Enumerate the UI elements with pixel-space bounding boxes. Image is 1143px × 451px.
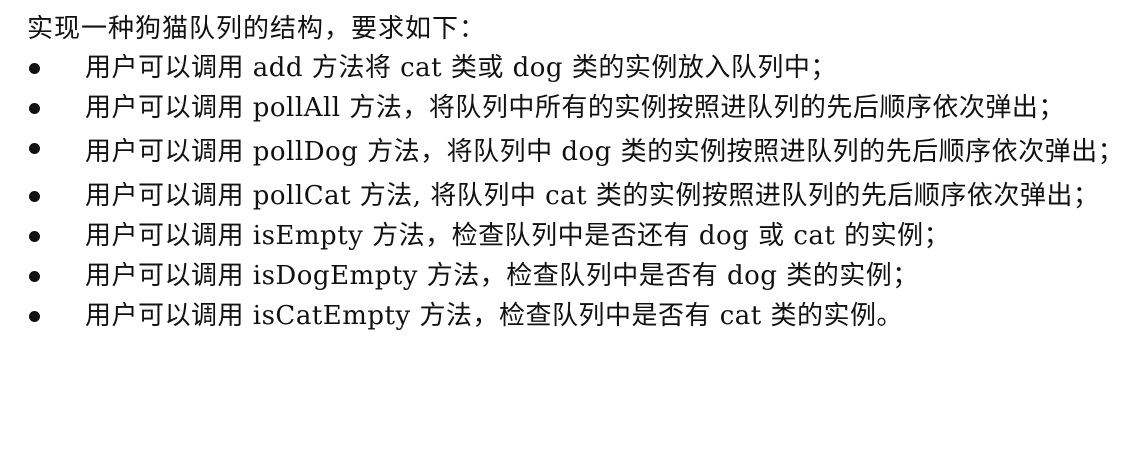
list-item-text: 用户可以调用 isCatEmpty 方法，检查队列中是否有 cat 类的实例。	[85, 301, 903, 331]
bullet-icon	[29, 231, 40, 242]
bullet-icon	[29, 271, 40, 282]
bullet-icon	[29, 311, 40, 322]
bullet-icon	[29, 191, 40, 202]
intro-text: 实现一种狗猫队列的结构，要求如下：	[27, 14, 487, 44]
document-page: 实现一种狗猫队列的结构，要求如下： 用户可以调用 add 方法将 cat 类或 …	[0, 0, 1143, 451]
list-item-text: 用户可以调用 pollAll 方法，将队列中所有的实例按照进队列的先后顺序依次弹…	[85, 93, 1065, 123]
bullet-icon	[29, 103, 40, 114]
list-item: 用户可以调用 pollAll 方法，将队列中所有的实例按照进队列的先后顺序依次弹…	[27, 88, 1143, 128]
list-item-text: 用户可以调用 isEmpty 方法，检查队列中是否还有 dog 或 cat 的实…	[85, 221, 951, 251]
list-item: 用户可以调用 isDogEmpty 方法，检查队列中是否有 dog 类的实例；	[27, 256, 1143, 296]
bullet-icon	[29, 63, 40, 74]
list-item-text: 用户可以调用 pollCat 方法, 将队列中 cat 类的实例按照进队列的先后…	[85, 181, 1100, 211]
bullet-icon	[29, 143, 40, 154]
list-item: 用户可以调用 pollCat 方法, 将队列中 cat 类的实例按照进队列的先后…	[27, 176, 1143, 216]
list-item: 用户可以调用 isCatEmpty 方法，检查队列中是否有 cat 类的实例。	[27, 296, 1143, 336]
list-item-text: 用户可以调用 isDogEmpty 方法，检查队列中是否有 dog 类的实例；	[85, 261, 919, 291]
list-item-text: 用户可以调用 add 方法将 cat 类或 dog 类的实例放入队列中；	[85, 53, 837, 83]
list-item-text: 用户可以调用 pollDog 方法，将队列中 dog 类的实例按照进队列的先后顺…	[85, 137, 1125, 167]
list-item: 用户可以调用 add 方法将 cat 类或 dog 类的实例放入队列中；	[27, 48, 1143, 88]
requirement-list: 用户可以调用 add 方法将 cat 类或 dog 类的实例放入队列中； 用户可…	[27, 48, 1143, 336]
list-item: 用户可以调用 pollDog 方法，将队列中 dog 类的实例按照进队列的先后顺…	[27, 128, 1143, 176]
list-item: 用户可以调用 isEmpty 方法，检查队列中是否还有 dog 或 cat 的实…	[27, 216, 1143, 256]
